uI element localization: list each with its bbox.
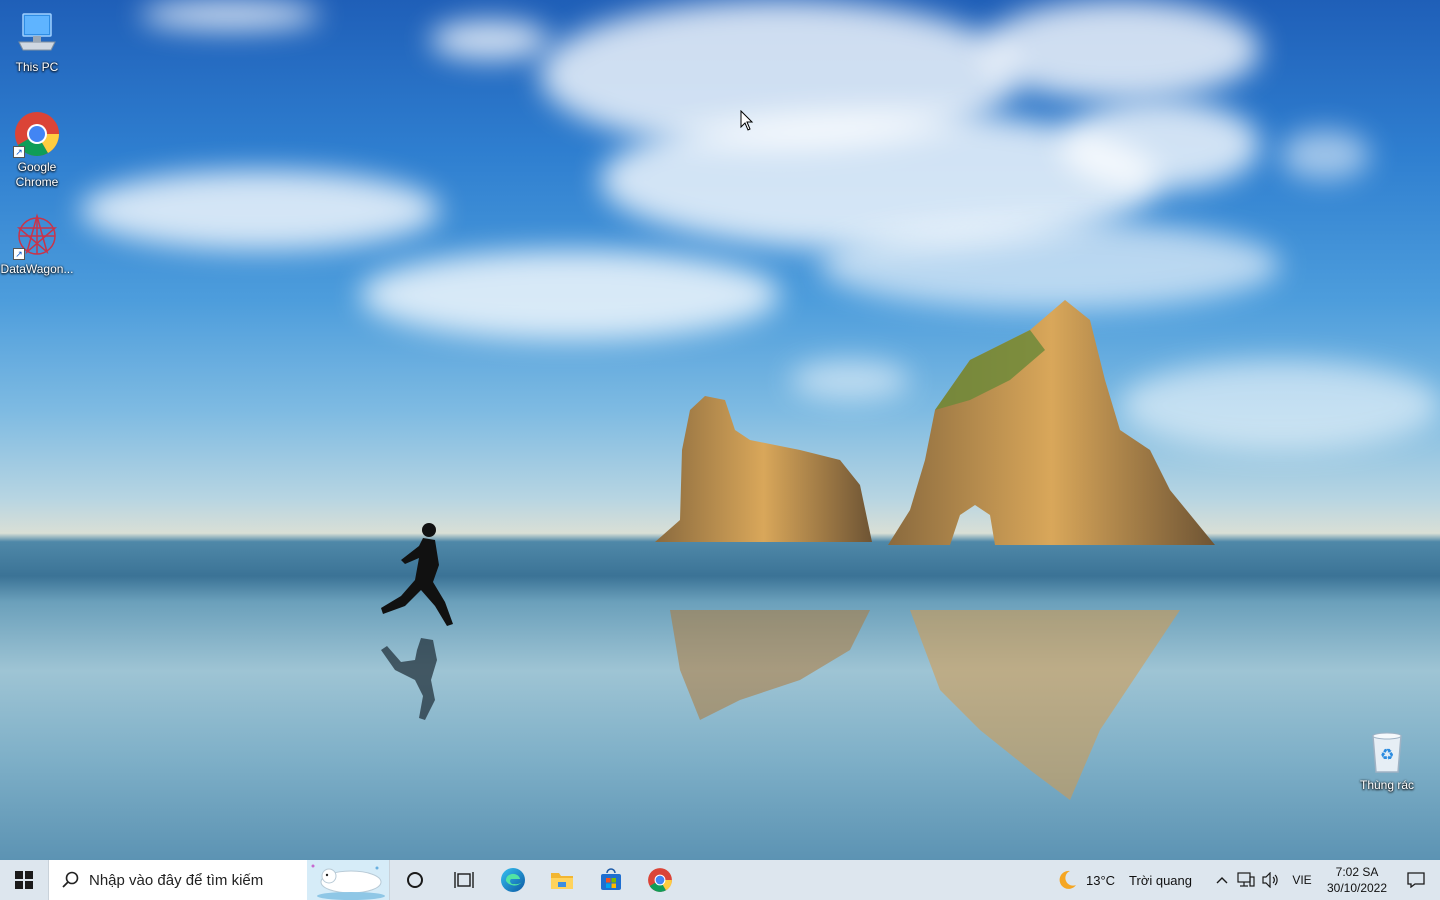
weather-temp: 13°C (1085, 872, 1116, 888)
cortana-button[interactable] (390, 860, 440, 900)
clock-time: 7:02 SA (1335, 865, 1379, 879)
desktop-icon-label: Thùng rác (1359, 778, 1415, 792)
rock-reflection (670, 610, 1180, 800)
runner-silhouette (381, 523, 453, 720)
taskbar-file-explorer[interactable] (537, 860, 586, 900)
chrome-icon: ↗ (13, 110, 61, 158)
search-input[interactable] (87, 870, 311, 890)
search-box[interactable] (48, 860, 390, 900)
action-center-button[interactable] (1392, 860, 1440, 900)
desktop-wallpaper: This PC ↗ Google Chrome ↗ DataWagon... ♻… (0, 0, 1440, 860)
cloud (820, 220, 1280, 310)
taskbar: 13°C Trời quang VIE 7:02 SA 30/10/2022 (0, 860, 1440, 900)
task-view-icon (454, 872, 474, 888)
desktop-icon-label: DataWagon... (0, 262, 74, 276)
shortcut-arrow-icon: ↗ (13, 248, 25, 260)
cloud (980, 0, 1260, 100)
speaker-icon (1262, 872, 1278, 888)
network-button[interactable] (1234, 860, 1258, 900)
desktop-icon-label: Google Chrome (15, 160, 59, 189)
cloud (430, 20, 550, 60)
moon-icon (1059, 870, 1076, 889)
datawagon-icon: ↗ (13, 212, 61, 260)
taskbar-chrome[interactable] (635, 860, 684, 900)
recycle-bin-icon: ♻ (1363, 728, 1411, 776)
volume-button[interactable] (1258, 860, 1282, 900)
desktop-icon-google-chrome[interactable]: ↗ Google Chrome (0, 110, 74, 190)
network-icon (1237, 872, 1255, 887)
cloud (1280, 130, 1370, 180)
notification-icon (1407, 872, 1425, 888)
desktop-icon-this-pc[interactable]: This PC (0, 10, 74, 75)
language-label: VIE (1292, 873, 1312, 887)
search-highlight-polar-bear-icon (307, 860, 389, 900)
chevron-up-icon (1216, 877, 1228, 884)
file-explorer-icon (550, 873, 573, 889)
cortana-icon (407, 872, 423, 888)
taskbar-edge[interactable] (488, 860, 537, 900)
taskbar-store[interactable] (586, 860, 635, 900)
show-hidden-icons-button[interactable] (1210, 860, 1234, 900)
clock-date: 30/10/2022 (1326, 881, 1388, 895)
language-indicator[interactable]: VIE (1282, 860, 1322, 900)
desktop-icon-label: This PC (15, 60, 59, 74)
cloud (80, 170, 440, 250)
desktop-icon-datawagon[interactable]: ↗ DataWagon... (0, 212, 74, 277)
cloud (1060, 100, 1260, 190)
task-view-button[interactable] (440, 860, 488, 900)
edge-icon (500, 868, 525, 892)
search-icon (62, 871, 79, 888)
svg-text:♻: ♻ (1380, 745, 1394, 764)
mouse-cursor-icon (740, 110, 754, 131)
store-icon (600, 868, 621, 890)
rock-formation (655, 300, 1215, 545)
chrome-icon (647, 868, 672, 892)
this-pc-icon (13, 10, 61, 58)
cloud (140, 0, 320, 30)
shortcut-arrow-icon: ↗ (13, 146, 25, 158)
start-button[interactable] (0, 860, 48, 900)
clock[interactable]: 7:02 SA 30/10/2022 (1322, 860, 1392, 900)
windows-logo-icon (15, 871, 33, 889)
weather-widget[interactable]: 13°C Trời quang (1048, 860, 1200, 900)
weather-condition: Trời quang (1129, 872, 1192, 888)
desktop-icon-recycle-bin[interactable]: ♻ Thùng rác (1350, 728, 1424, 793)
